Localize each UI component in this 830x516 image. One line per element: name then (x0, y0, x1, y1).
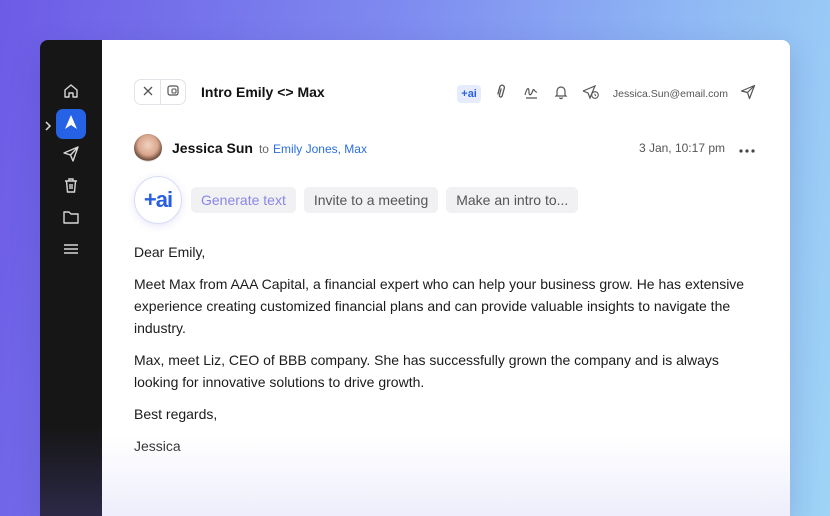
send-icon (740, 84, 756, 105)
close-icon (143, 83, 153, 101)
send-later-button[interactable] (581, 84, 601, 104)
sidebar (40, 40, 102, 516)
menu-icon (62, 240, 80, 263)
close-button[interactable] (135, 80, 160, 104)
compose-icon (63, 114, 79, 135)
ai-suggestions: Generate text Invite to a meeting Make a… (191, 187, 579, 213)
reminder-button[interactable] (551, 84, 571, 104)
greeting: Dear Emily, (134, 244, 206, 260)
popout-button[interactable] (160, 80, 185, 104)
more-horizontal-icon (739, 149, 755, 153)
send-button[interactable] (738, 84, 758, 104)
ai-button[interactable]: +ai (457, 85, 481, 103)
popout-icon (167, 83, 179, 101)
app-window: Intro Emily <> Max +ai Jessica.Sun@email… (40, 40, 790, 516)
bell-icon (553, 84, 569, 105)
signature: Jessica (134, 438, 181, 454)
chevron-right-icon (44, 118, 52, 131)
message-meta: Jessica Sun to Emily Jones, Max (172, 140, 367, 156)
make-intro-button[interactable]: Make an intro to... (446, 187, 579, 213)
email-body[interactable]: Dear Emily, Meet Max from AAA Capital, a… (134, 241, 764, 467)
more-options-button[interactable] (738, 141, 756, 159)
sidebar-item-trash[interactable] (56, 172, 86, 202)
home-icon (62, 82, 80, 105)
sender-email[interactable]: Jessica.Sun@email.com (613, 88, 728, 100)
sidebar-item-folder[interactable] (56, 204, 86, 234)
signature-icon (523, 84, 539, 105)
signature-button[interactable] (521, 84, 541, 104)
generate-text-button[interactable]: Generate text (191, 187, 296, 213)
to-label: to (258, 142, 269, 156)
email-subject: Intro Emily <> Max (201, 84, 325, 100)
body-paragraph: Max, meet Liz, CEO of BBB company. She h… (134, 352, 719, 390)
ai-assistant-button[interactable]: +ai (134, 176, 182, 224)
message-pane: Intro Emily <> Max +ai Jessica.Sun@email… (102, 40, 790, 516)
body-paragraph: Meet Max from AAA Capital, a financial e… (134, 276, 745, 336)
message-date: 3 Jan, 10:17 pm (638, 141, 725, 155)
header-button-group (134, 79, 186, 105)
recipients-link[interactable]: Emily Jones, Max (273, 142, 367, 156)
sender-name: Jessica Sun (172, 140, 253, 156)
sidebar-item-menu[interactable] (56, 236, 86, 266)
sidebar-item-compose[interactable] (56, 109, 86, 139)
send-clock-icon (582, 84, 600, 105)
attach-button[interactable] (491, 84, 511, 104)
sidebar-item-home[interactable] (56, 78, 86, 108)
paperclip-icon (493, 84, 509, 105)
trash-icon (62, 176, 80, 199)
sidebar-item-sent[interactable] (56, 141, 86, 171)
invite-meeting-button[interactable]: Invite to a meeting (303, 187, 439, 213)
folder-icon (62, 208, 80, 231)
avatar (134, 134, 162, 162)
closing: Best regards, (134, 406, 218, 422)
message-toolbar: +ai Jessica.Sun@email.com (457, 84, 758, 104)
send-icon (62, 145, 80, 168)
